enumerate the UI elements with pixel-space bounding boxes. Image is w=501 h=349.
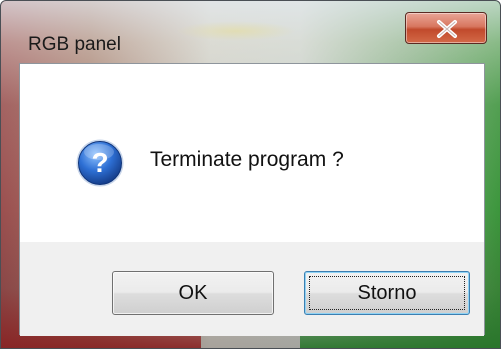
svg-text:?: ?: [91, 147, 108, 178]
title-bar-glare: [176, 21, 296, 41]
close-button[interactable]: [405, 12, 487, 44]
window-title: RGB panel: [28, 34, 121, 55]
dialog-client-area: ? Terminate program ? OK Storno: [19, 63, 485, 336]
message-text: Terminate program ?: [150, 148, 344, 171]
focus-rectangle: [309, 276, 465, 310]
dialog-window: RGB panel ? Terminate program ? OK Storn…: [0, 0, 501, 349]
close-icon: [437, 20, 457, 38]
storno-button[interactable]: Storno: [304, 271, 470, 315]
question-icon: ?: [76, 139, 124, 187]
ok-button[interactable]: OK: [112, 271, 274, 315]
